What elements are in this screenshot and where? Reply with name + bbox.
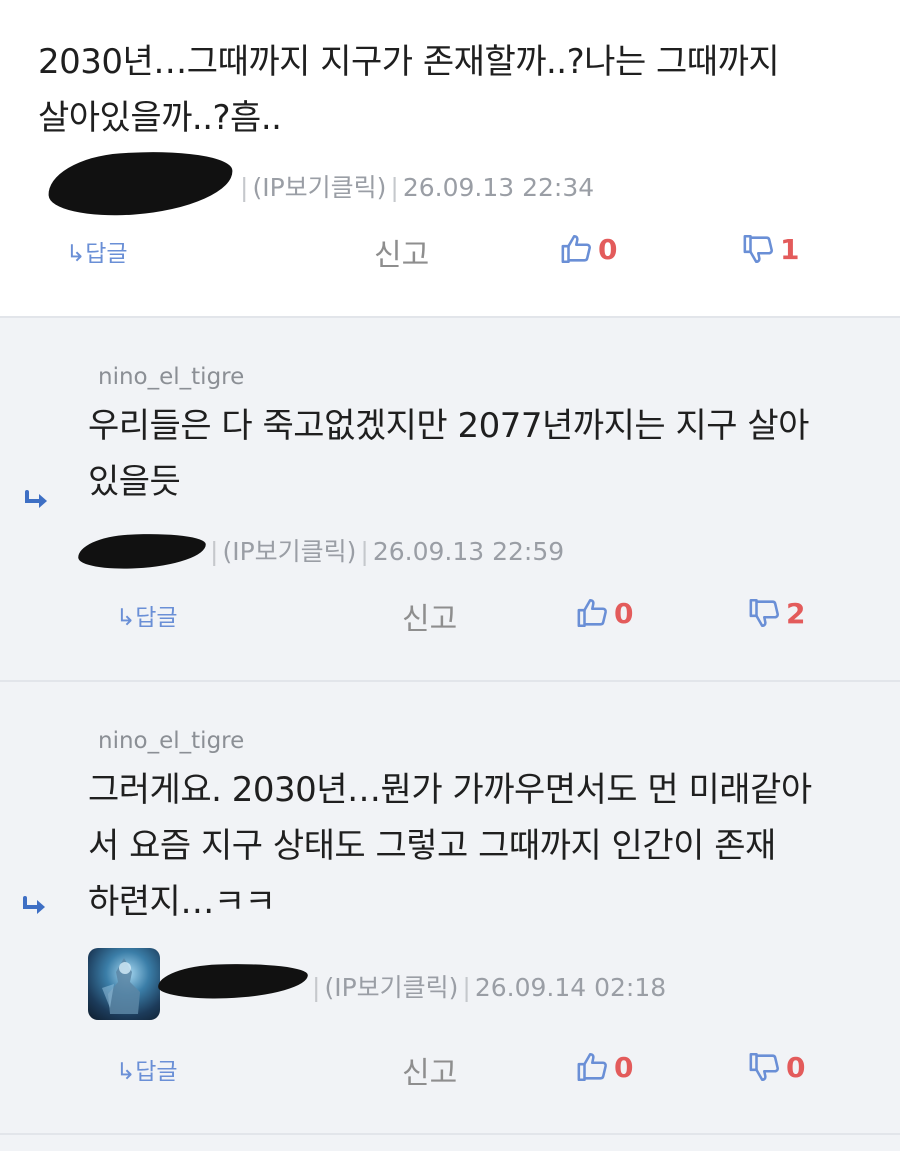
- thumbs-up-icon: [577, 1052, 607, 1082]
- comment-text-line: 우리들은 다 죽고없겠지만 2077년까지는 지구 살아: [88, 406, 809, 446]
- redacted-author: [157, 961, 309, 1001]
- reply-button[interactable]: ↳답글: [116, 598, 178, 632]
- like-count: 0: [598, 232, 618, 266]
- dislike-button[interactable]: 2: [748, 596, 805, 630]
- timestamp: 26.09.13 22:34: [402, 173, 595, 202]
- dislike-button[interactable]: 1: [742, 232, 799, 266]
- comment-text-line: 하련지…ㅋㅋ: [88, 882, 276, 922]
- thumbs-down-icon: [749, 598, 779, 628]
- ip-view-link[interactable]: (IP보기클릭): [252, 173, 386, 202]
- ip-view-link[interactable]: (IP보기클릭): [324, 973, 458, 1002]
- comment-text: 2030년…그때까지 지구가 존재할까..?나는 그때까지 살아있을까..?흠.…: [38, 34, 780, 146]
- avatar-image: [102, 958, 140, 1014]
- avatar[interactable]: [88, 948, 160, 1020]
- comment-actions: ↳답글 신고 0 0: [0, 1048, 900, 1092]
- reply-to-nickname[interactable]: nino_el_tigre: [98, 728, 244, 754]
- dislike-button[interactable]: 0: [748, 1050, 805, 1084]
- thumbs-up-icon: [561, 234, 591, 264]
- redacted-author: [77, 530, 207, 572]
- dislike-count: 1: [780, 232, 800, 266]
- reply-to-nickname[interactable]: nino_el_tigre: [98, 364, 244, 390]
- comment-text-line: 서 요즘 지구 상태도 그렇고 그때까지 인간이 존재: [88, 826, 776, 866]
- comment-text: 그러게요. 2030년…뭔가 가까우면서도 먼 미래같아 서 요즘 지구 상태도…: [88, 762, 812, 930]
- comment-meta: | (IP보기클릭) | 26.09.13 22:59: [210, 537, 565, 566]
- comment-actions: ↳답글 신고 0 1: [0, 230, 900, 274]
- comment-3-reply: nino_el_tigre 그러게요. 2030년…뭔가 가까우면서도 먼 미래…: [0, 680, 900, 1133]
- reply-arrow-icon: [23, 896, 45, 914]
- comment-text-line: 살아있을까..?흠..: [38, 98, 282, 138]
- report-button[interactable]: 신고: [402, 1048, 457, 1092]
- comment-meta: | (IP보기클릭) | 26.09.13 22:34: [240, 173, 595, 202]
- ip-view-link[interactable]: (IP보기클릭): [222, 537, 356, 566]
- comment-meta: | (IP보기클릭) | 26.09.14 02:18: [312, 973, 667, 1002]
- comment-1: 2030년…그때까지 지구가 존재할까..?나는 그때까지 살아있을까..?흠.…: [0, 0, 900, 316]
- comment-2-reply: nino_el_tigre 우리들은 다 죽고없겠지만 2077년까지는 지구 …: [0, 316, 900, 680]
- comment-text-line: 있을듯: [88, 462, 181, 502]
- report-button[interactable]: 신고: [374, 230, 429, 274]
- thumbs-down-icon: [743, 234, 773, 264]
- timestamp: 26.09.14 02:18: [474, 973, 667, 1002]
- thumbs-up-icon: [577, 598, 607, 628]
- report-button[interactable]: 신고: [402, 594, 457, 638]
- dislike-count: 0: [786, 1050, 806, 1084]
- like-button[interactable]: 0: [560, 232, 617, 266]
- comment-text: 우리들은 다 죽고없겠지만 2077년까지는 지구 살아 있을듯: [88, 398, 809, 510]
- comment-text-line: 그러게요. 2030년…뭔가 가까우면서도 먼 미래같아: [88, 770, 812, 810]
- like-count: 0: [614, 596, 634, 630]
- comment-actions: ↳답글 신고 0 2: [0, 594, 900, 638]
- comment-text-line: 2030년…그때까지 지구가 존재할까..?나는 그때까지: [38, 42, 780, 82]
- thumbs-down-icon: [749, 1052, 779, 1082]
- dislike-count: 2: [786, 596, 806, 630]
- redacted-author: [46, 145, 235, 221]
- reply-arrow-icon: [25, 490, 47, 508]
- reply-button[interactable]: ↳답글: [66, 234, 128, 268]
- timestamp: 26.09.13 22:59: [372, 537, 565, 566]
- like-button[interactable]: 0: [576, 596, 633, 630]
- next-comment-edge: [0, 1133, 900, 1151]
- reply-button[interactable]: ↳답글: [116, 1052, 178, 1086]
- like-count: 0: [614, 1050, 634, 1084]
- like-button[interactable]: 0: [576, 1050, 633, 1084]
